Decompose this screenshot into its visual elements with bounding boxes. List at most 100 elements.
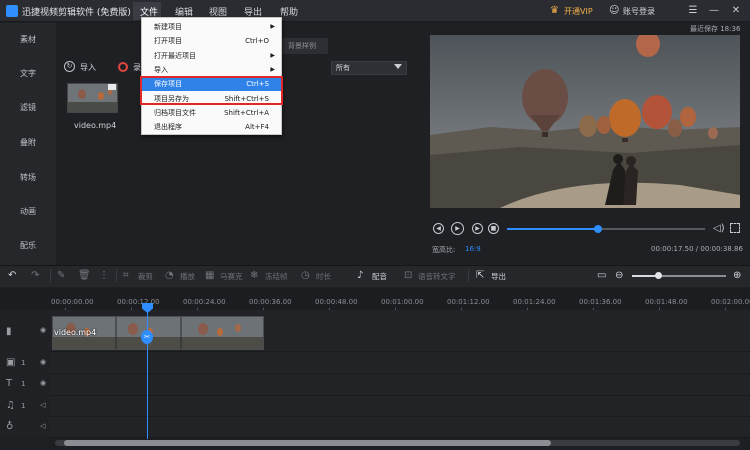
crop-button[interactable]: 裁剪 xyxy=(138,271,153,282)
sidebar-item-overlay[interactable]: 叠附 xyxy=(0,128,56,158)
next-frame-icon[interactable]: ▶ xyxy=(472,223,483,234)
track-number: 1 xyxy=(21,380,26,388)
visibility-icon[interactable]: ◉ xyxy=(40,326,46,334)
duration-button[interactable]: 时长 xyxy=(316,271,331,282)
login-button[interactable]: 账号登录 xyxy=(623,6,655,17)
menu-item-shortcut: Shift+Ctrl+A xyxy=(224,108,269,117)
menu-item-label: 打开最近项目 xyxy=(154,51,196,60)
speed-icon[interactable]: ◔ xyxy=(165,270,174,281)
ruler-tick-label: 00:01:24.00 xyxy=(513,298,556,306)
minimize-icon[interactable]: — xyxy=(707,4,721,18)
hamburger-menu-icon[interactable]: ☰ xyxy=(686,4,700,18)
sidebar-item-transition[interactable]: 转场 xyxy=(0,163,56,193)
media-item-label: video.mp4 xyxy=(74,121,117,130)
voiceover-button[interactable]: 配音 xyxy=(372,271,387,282)
menu-item-archive-project[interactable]: 归档项目文件 Shift+Ctrl+A xyxy=(142,106,281,120)
timeline-scrollbar-thumb[interactable] xyxy=(64,440,551,446)
sidebar-item-animation[interactable]: 动画 xyxy=(0,197,56,227)
ruler-tick-label: 00:01:48.00 xyxy=(645,298,688,306)
ruler-tick-label: 00:01:12.00 xyxy=(447,298,490,306)
export-icon[interactable]: ⇱ xyxy=(476,270,484,281)
text-track[interactable] xyxy=(50,374,750,396)
play-icon[interactable]: ▶ xyxy=(451,222,464,235)
vip-button[interactable]: 开通VIP xyxy=(564,6,593,17)
menu-item-open-recent[interactable]: 打开最近项目 ▶ xyxy=(142,49,281,63)
edit-icon[interactable]: ✎ xyxy=(57,270,65,281)
import-icon[interactable]: ↻ xyxy=(64,61,75,72)
visibility-icon[interactable]: ◉ xyxy=(40,358,46,366)
overlay-track[interactable] xyxy=(50,352,750,374)
export-button[interactable]: 导出 xyxy=(491,271,506,282)
record-button[interactable]: 录 xyxy=(133,62,141,73)
left-sidebar: 素材 文字 滤镜 叠附 转场 动画 配乐 xyxy=(0,23,56,265)
menu-item-label: 打开项目 xyxy=(154,37,182,46)
mosaic-button[interactable]: 马赛克 xyxy=(220,271,243,282)
overlay-track-icon: ▣ xyxy=(6,357,16,368)
ruler-tick-label: 00:00:48.00 xyxy=(315,298,358,306)
music-track-icon: ♫ xyxy=(6,400,15,411)
freeze-icon[interactable]: ❄ xyxy=(250,270,258,281)
fit-view-icon[interactable]: ▭ xyxy=(597,270,606,281)
split-handle-icon[interactable]: ✂ xyxy=(141,330,153,344)
menu-item-label: 新建项目 xyxy=(154,23,182,31)
submenu-arrow-icon: ▶ xyxy=(270,23,275,30)
sidebar-item-music[interactable]: 配乐 xyxy=(0,231,56,261)
crop-icon[interactable]: ⌗ xyxy=(123,270,129,281)
microphone-icon[interactable]: ♪ xyxy=(357,270,363,281)
menu-item-new-project[interactable]: 新建项目 ▶ xyxy=(142,20,281,34)
menu-item-exit[interactable]: 退出程序 Alt+F4 xyxy=(142,120,281,134)
sidebar-item-media[interactable]: 素材 xyxy=(0,25,56,55)
menu-item-open-project[interactable]: 打开项目 Ctrl+O xyxy=(142,34,281,48)
ruler-tick-label: 00:01:00.00 xyxy=(381,298,424,306)
video-track-icon: ▮ xyxy=(6,326,12,337)
time-display: 00:00:17.50 / 00:00:38.86 xyxy=(651,245,743,253)
volume-icon[interactable]: ◁ xyxy=(40,401,45,409)
user-icon[interactable]: ☺ xyxy=(609,5,620,16)
zoom-in-icon[interactable]: ⊕ xyxy=(733,270,741,281)
tab-background-samples[interactable]: 背景样例 xyxy=(276,38,328,54)
duration-icon[interactable]: ◷ xyxy=(301,270,310,281)
track-number: 1 xyxy=(21,402,26,410)
menu-help[interactable]: 帮助 xyxy=(280,5,298,18)
vip-crown-icon[interactable]: ♛ xyxy=(550,5,561,16)
volume-icon[interactable]: ◁) xyxy=(713,223,725,234)
record-icon[interactable] xyxy=(118,62,128,72)
stop-icon[interactable]: ■ xyxy=(488,223,499,234)
app-title: 迅捷视频剪辑软件 (免费版) xyxy=(22,8,131,18)
volume-icon[interactable]: ◁ xyxy=(40,422,45,430)
undo-icon[interactable]: ↶ xyxy=(8,270,16,281)
timeline-ruler[interactable] xyxy=(0,288,750,309)
ruler-tick-label: 00:00:12.00 xyxy=(117,298,160,306)
submenu-arrow-icon: ▶ xyxy=(270,51,275,59)
annotation-highlight-box xyxy=(140,76,283,105)
sidebar-item-filter[interactable]: 滤镜 xyxy=(0,93,56,123)
voice-track[interactable] xyxy=(50,417,750,438)
fullscreen-icon[interactable] xyxy=(730,223,740,233)
ruler-tick-label: 00:02:00.00 xyxy=(711,298,750,306)
autosave-status: 最近保存 18:36 xyxy=(690,25,741,33)
split-icon[interactable]: ⋮ xyxy=(99,270,109,281)
app-logo-icon xyxy=(6,5,18,17)
ruler-tick-label: 00:01:36.00 xyxy=(579,298,622,306)
aspect-ratio-label: 宽高比: xyxy=(432,246,456,254)
delete-icon[interactable]: 🗑 xyxy=(78,270,91,281)
sidebar-item-text[interactable]: 文字 xyxy=(0,59,56,89)
aspect-ratio-value[interactable]: 16:9 xyxy=(465,245,481,253)
import-button[interactable]: 导入 xyxy=(80,62,96,73)
speed-button[interactable]: 播放 xyxy=(180,271,195,282)
redo-icon[interactable]: ↷ xyxy=(31,270,39,281)
chevron-down-icon[interactable] xyxy=(394,64,402,69)
playhead[interactable] xyxy=(147,307,148,439)
prev-frame-icon[interactable]: ◀ xyxy=(433,223,444,234)
media-thumbnail[interactable] xyxy=(67,83,118,113)
menu-item-shortcut: Alt+F4 xyxy=(245,123,269,132)
close-icon[interactable]: ✕ xyxy=(729,4,743,18)
clip-label: video.mp4 xyxy=(54,328,97,337)
visibility-icon[interactable]: ◉ xyxy=(40,379,46,387)
zoom-out-icon[interactable]: ⊖ xyxy=(615,270,623,281)
music-track[interactable] xyxy=(50,396,750,417)
freeze-frame-button[interactable]: 冻结帧 xyxy=(265,271,288,282)
speech-to-text-button[interactable]: 语音转文字 xyxy=(418,271,456,282)
mosaic-icon[interactable]: ▦ xyxy=(205,270,214,281)
speech-to-text-icon[interactable]: ⊡ xyxy=(404,270,412,281)
